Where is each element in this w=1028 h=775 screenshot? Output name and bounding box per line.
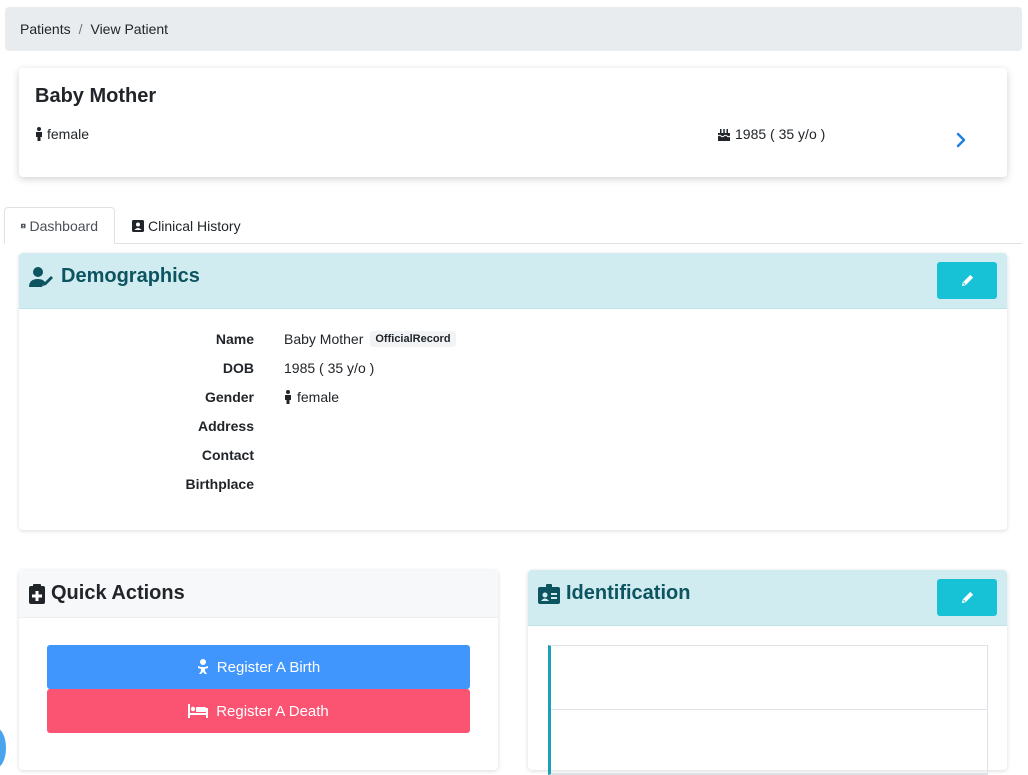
tab-dashboard[interactable]: Dashboard — [4, 207, 115, 244]
breadcrumb-separator: / — [78, 21, 83, 37]
user-edit-icon — [29, 266, 53, 287]
clipboard-plus-icon — [29, 583, 45, 604]
female-figure-icon — [36, 127, 42, 141]
demographics-label: Address — [197, 418, 254, 434]
official-record-badge: OfficialRecord — [370, 331, 456, 347]
edit-demographics-button[interactable] — [937, 262, 997, 299]
baby-icon — [197, 659, 208, 674]
list-item — [551, 646, 987, 710]
demographics-label: Birthplace — [185, 476, 254, 492]
demographics-row-name: Name Baby Mother OfficialRecord — [19, 331, 1007, 351]
demographics-name-value: Baby Mother — [284, 331, 364, 347]
quick-actions-panel: Quick Actions Register A Birth Register … — [19, 570, 498, 770]
medical-card-icon — [132, 219, 144, 232]
tab-dashboard-label: Dashboard — [29, 217, 99, 234]
identification-list — [548, 645, 988, 775]
demographics-row-contact: Contact — [19, 447, 1007, 467]
patient-dob-text: 1985 ( 35 y/o ) — [735, 126, 826, 142]
demographics-title-text: Demographics — [61, 265, 200, 287]
birthday-cake-icon — [717, 128, 731, 141]
demographics-label: Contact — [201, 447, 254, 463]
demographics-row-dob: DOB 1985 ( 35 y/o ) — [19, 360, 1007, 380]
identification-title: Identification — [538, 582, 690, 605]
patient-tabs: Dashboard Clinical History — [4, 207, 1022, 244]
tab-clinical-history[interactable]: Clinical History — [116, 207, 257, 244]
register-death-button[interactable]: Register A Death — [47, 689, 470, 733]
identification-panel: Identification — [528, 570, 1007, 775]
female-figure-icon — [285, 390, 291, 404]
demographics-panel: Demographics Name Baby Mother OfficialRe… — [19, 253, 1007, 530]
floating-action-button[interactable] — [0, 728, 6, 768]
edit-identification-button[interactable] — [937, 579, 997, 616]
demographics-gender-value: female — [297, 389, 340, 405]
patient-summary-card: Baby Mother female 1985 ( 35 y/o ) — [19, 68, 1007, 177]
tab-clinical-history-label: Clinical History — [148, 217, 241, 234]
demographics-row-birthplace: Birthplace — [19, 476, 1007, 496]
bed-icon — [188, 704, 209, 718]
breadcrumb: Patients / View Patient — [5, 7, 1022, 51]
demographics-label: DOB — [222, 360, 254, 376]
demographics-label: Gender — [204, 389, 254, 405]
identification-title-text: Identification — [566, 582, 691, 604]
demographics-row-gender: Gender female — [19, 389, 1007, 409]
list-item — [551, 710, 987, 774]
breadcrumb-current: View Patient — [90, 21, 169, 37]
register-death-label: Register A Death — [216, 702, 329, 720]
id-badge-icon — [538, 583, 560, 604]
patient-gender-text: female — [47, 126, 90, 142]
demographics-title: Demographics — [29, 265, 200, 288]
patient-dob: 1985 ( 35 y/o ) — [717, 126, 825, 142]
demographics-label: Name — [215, 331, 254, 347]
demographics-value: female — [284, 389, 339, 405]
breadcrumb-patients-link[interactable]: Patients — [20, 21, 71, 37]
register-birth-label: Register A Birth — [216, 658, 321, 676]
quick-actions-header: Quick Actions — [19, 570, 498, 618]
quick-actions-title-text: Quick Actions — [51, 582, 185, 604]
demographics-row-address: Address — [19, 418, 1007, 438]
demographics-value: Baby Mother OfficialRecord — [284, 331, 456, 347]
pencil-icon — [961, 274, 973, 287]
chevron-right-icon[interactable] — [953, 132, 969, 148]
demographics-header: Demographics — [19, 253, 1007, 309]
user-card-icon — [21, 223, 26, 228]
register-birth-button[interactable]: Register A Birth — [47, 645, 470, 689]
identification-header: Identification — [528, 570, 1007, 626]
patient-gender: female — [35, 126, 89, 142]
quick-actions-title: Quick Actions — [29, 582, 185, 605]
demographics-dob-value: 1985 ( 35 y/o ) — [284, 360, 375, 376]
patient-name: Baby Mother — [35, 85, 157, 107]
pencil-icon — [961, 591, 973, 604]
